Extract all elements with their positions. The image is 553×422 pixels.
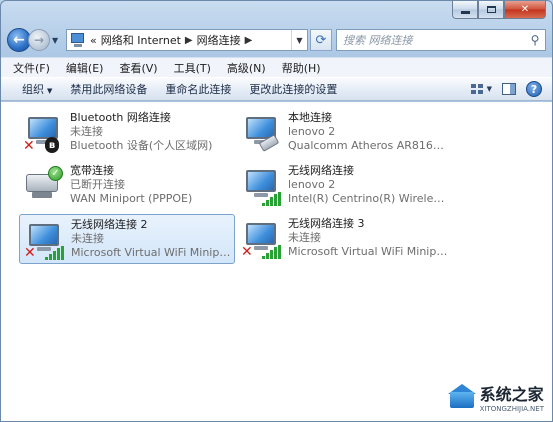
menu-view[interactable]: 查看(V) [111,60,165,76]
organize-label: 组织 [22,83,44,96]
check-icon: ✓ [48,166,63,181]
network-folder-icon [70,32,86,48]
connection-wireless[interactable]: 无线网络连接 lenovo 2 Intel(R) Centrino(R) Wir… [237,161,453,211]
connection-name: 无线网络连接 2 [71,218,148,231]
watermark: 系统之家 XITONGZHIJIA.NET [447,381,544,413]
ethernet-network-icon [240,111,284,155]
wireless-network-icon: ✕ [23,218,67,262]
connection-broadband[interactable]: ✓ 宽带连接 已断开连接 WAN Miniport (PPPOE) [19,161,235,211]
chevron-down-icon: ▼ [486,85,492,93]
change-settings-button[interactable]: 更改此连接的设置 [240,81,346,97]
minimize-icon [460,10,470,14]
connection-local-area[interactable]: 本地连接 lenovo 2 Qualcomm Atheros AR8161/8.… [237,108,453,158]
close-button[interactable]: ✕ [504,1,546,19]
connection-status: lenovo 2 [288,178,336,191]
preview-pane-icon[interactable] [502,83,516,95]
forward-button[interactable]: → [28,29,50,51]
connection-status: 未连接 [71,232,104,245]
menu-edit[interactable]: 编辑(E) [58,60,112,76]
connection-device: Microsoft Virtual WiFi Minipor... [288,245,450,258]
connection-device: Microsoft Virtual WiFi Minipor... [71,246,231,259]
explorer-window: ✕ ← → ▼ « 网络和 Internet ▶ 网络连接 ▶ ▼ ⟳ 搜索 网… [0,0,553,422]
menu-advanced[interactable]: 高级(N) [219,60,274,76]
menu-help[interactable]: 帮助(H) [274,60,329,76]
address-bar[interactable]: « 网络和 Internet ▶ 网络连接 ▶ ▼ [66,29,308,51]
disconnected-x-icon: ✕ [241,244,253,260]
breadcrumb-overflow[interactable]: « [90,34,97,47]
chevron-down-icon: ▼ [296,35,303,45]
connection-name: 无线网络连接 3 [288,217,365,230]
command-bar: 组织 ▼ 禁用此网络设备 重命名此连接 更改此连接的设置 ▼ ? [1,77,552,101]
wireless-network-icon [240,164,284,208]
connection-status: 未连接 [70,125,103,138]
connection-name: 本地连接 [288,111,332,124]
close-icon: ✕ [520,4,530,15]
broadband-modem-icon: ✓ [22,164,66,208]
maximize-icon [486,6,496,13]
chevron-down-icon: ▼ [52,35,59,45]
connection-name: 无线网络连接 [288,164,354,177]
breadcrumb-separator-icon[interactable]: ▶ [185,35,193,46]
help-icon[interactable]: ? [526,81,542,97]
bluetooth-icon: ʙ [45,137,59,153]
search-input[interactable]: 搜索 网络连接 [343,32,413,48]
connection-device: WAN Miniport (PPPOE) [70,192,193,205]
minimize-button[interactable] [452,1,478,19]
signal-bars-icon [45,246,65,260]
connection-status: 未连接 [288,231,321,244]
wireless-network-icon: ✕ [240,217,284,261]
connection-name: Bluetooth 网络连接 [70,111,171,124]
watermark-text: 系统之家 [479,385,544,404]
search-icon[interactable]: ⚲ [525,33,545,47]
connections-list: ✕ ʙ Bluetooth 网络连接 未连接 Bluetooth 设备(个人区域… [1,102,552,421]
connection-device: Intel(R) Centrino(R) Wireless-N... [288,192,450,205]
caption-buttons: ✕ [452,1,546,19]
search-box[interactable]: 搜索 网络连接 ⚲ [336,29,546,51]
connection-wireless-2[interactable]: ✕ 无线网络连接 2 未连接 Microsoft Virtual WiFi Mi… [19,214,235,264]
connection-name: 宽带连接 [70,164,114,177]
views-icon [470,84,483,94]
breadcrumb-item-network-internet[interactable]: 网络和 Internet [101,32,181,48]
change-view-button[interactable]: ▼ [470,84,492,94]
connection-status: lenovo 2 [288,125,336,138]
breadcrumb-item-network-connections[interactable]: 网络连接 [197,32,241,48]
recent-pages-dropdown[interactable]: ▼ [52,36,62,45]
watermark-subtext: XITONGZHIJIA.NET [479,405,544,413]
connection-wireless-3[interactable]: ✕ 无线网络连接 3 未连接 Microsoft Virtual WiFi Mi… [237,214,453,264]
bluetooth-network-icon: ✕ ʙ [22,111,66,155]
connection-status: 已断开连接 [70,178,125,191]
arrow-left-icon: ← [13,32,25,48]
navigation-bar: ← → ▼ « 网络和 Internet ▶ 网络连接 ▶ ▼ ⟳ 搜索 网络连… [7,25,546,55]
connection-device: Bluetooth 设备(个人区域网) [70,139,213,152]
organize-button[interactable]: 组织 ▼ [13,81,61,97]
address-dropdown-button[interactable]: ▼ [291,30,307,50]
refresh-icon: ⟳ [315,32,327,48]
site-logo-icon [447,384,476,410]
connection-bluetooth[interactable]: ✕ ʙ Bluetooth 网络连接 未连接 Bluetooth 设备(个人区域… [19,108,235,158]
maximize-button[interactable] [478,1,504,19]
connection-device: Qualcomm Atheros AR8161/8... [288,139,450,152]
breadcrumb-separator-icon[interactable]: ▶ [245,35,253,46]
menu-file[interactable]: 文件(F) [5,60,58,76]
disconnected-x-icon: ✕ [23,138,35,154]
signal-bars-icon [262,245,282,259]
arrow-right-icon: → [33,33,45,47]
rename-connection-button[interactable]: 重命名此连接 [156,81,240,97]
disable-device-button[interactable]: 禁用此网络设备 [61,81,156,97]
refresh-button[interactable]: ⟳ [310,29,332,51]
disconnected-x-icon: ✕ [24,245,36,261]
signal-bars-icon [262,192,282,206]
menu-tools[interactable]: 工具(T) [166,60,219,76]
menu-bar: 文件(F) 编辑(E) 查看(V) 工具(T) 高级(N) 帮助(H) [1,57,552,77]
chevron-down-icon: ▼ [47,87,53,95]
